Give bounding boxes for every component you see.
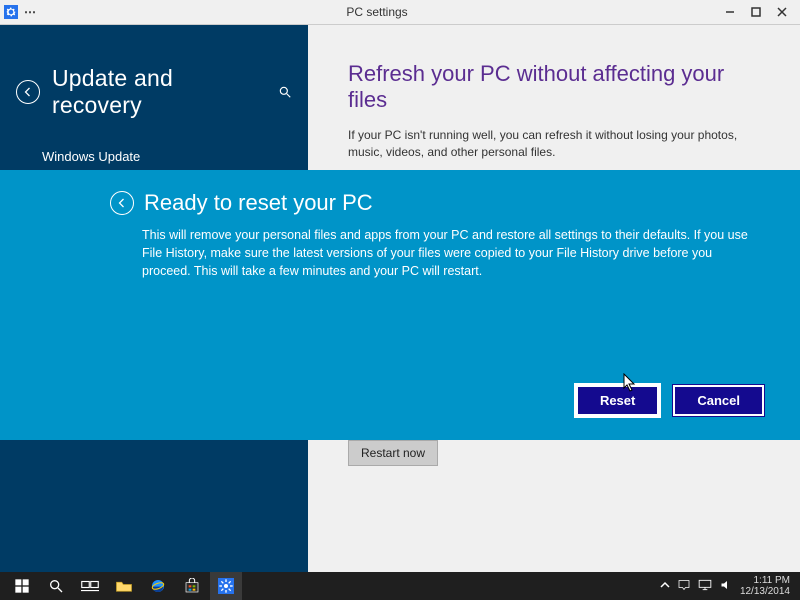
task-view-icon[interactable] [74, 572, 106, 600]
window-title: PC settings [36, 5, 718, 19]
start-button[interactable] [6, 572, 38, 600]
tray-arrow-icon[interactable] [660, 580, 670, 593]
sidebar-item-windows-update[interactable]: Windows Update [0, 139, 308, 174]
clock-time: 1:11 PM [740, 575, 790, 586]
minimize-button[interactable] [718, 3, 742, 21]
refresh-heading: Refresh your PC without affecting your f… [348, 61, 760, 113]
cancel-button[interactable]: Cancel [673, 385, 764, 416]
gear-icon [4, 5, 18, 19]
sidebar-title: Update and recovery [52, 65, 266, 119]
taskbar-search-icon[interactable] [40, 572, 72, 600]
clock-date: 12/13/2014 [740, 586, 790, 597]
reset-button[interactable]: Reset [576, 385, 659, 416]
volume-icon[interactable] [720, 579, 732, 594]
back-icon[interactable] [16, 80, 40, 104]
settings-app-icon[interactable] [210, 572, 242, 600]
taskbar: 1:11 PM 12/13/2014 [0, 572, 800, 600]
refresh-body: If your PC isn't running well, you can r… [348, 127, 760, 162]
titlebar: ⋯ PC settings [0, 0, 800, 25]
maximize-button[interactable] [744, 3, 768, 21]
modal-back-icon[interactable] [110, 191, 134, 215]
system-tray[interactable]: 1:11 PM 12/13/2014 [660, 575, 794, 597]
search-icon[interactable] [278, 85, 292, 99]
titlebar-dots[interactable]: ⋯ [24, 5, 36, 19]
action-center-icon[interactable] [678, 579, 690, 594]
close-button[interactable] [770, 3, 794, 21]
store-icon[interactable] [176, 572, 208, 600]
restart-section: Restart now [348, 440, 438, 466]
cursor-icon [623, 373, 637, 398]
modal-title: Ready to reset your PC [144, 190, 373, 216]
modal-body: This will remove your personal files and… [110, 226, 764, 280]
clock[interactable]: 1:11 PM 12/13/2014 [740, 575, 790, 597]
network-icon[interactable] [698, 579, 712, 594]
reset-modal: Ready to reset your PC This will remove … [0, 170, 800, 440]
ie-icon[interactable] [142, 572, 174, 600]
file-explorer-icon[interactable] [108, 572, 140, 600]
restart-now-button[interactable]: Restart now [348, 440, 438, 466]
